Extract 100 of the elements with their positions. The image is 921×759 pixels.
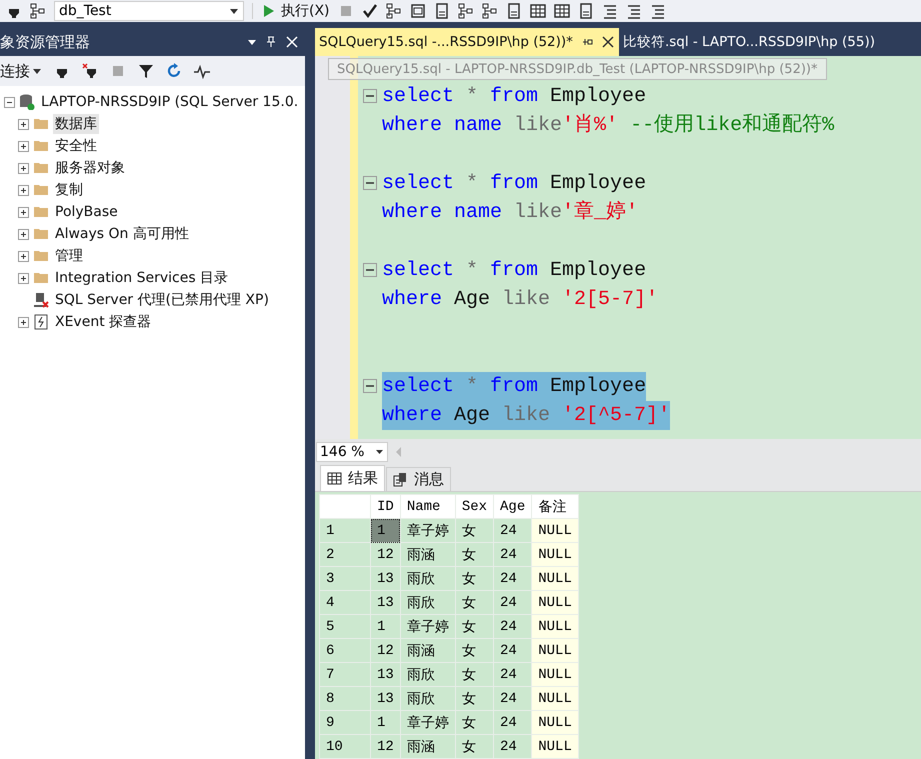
document-icon[interactable] (506, 3, 522, 19)
fold-icon[interactable] (363, 89, 377, 104)
table-cell: 女 (455, 566, 494, 591)
fold-icon[interactable] (363, 379, 377, 394)
expand-icon[interactable] (18, 118, 29, 130)
expand-icon[interactable] (18, 206, 29, 218)
pin-icon[interactable] (580, 36, 593, 47)
checkmark-icon[interactable] (362, 3, 378, 19)
table-cell: 13 (370, 662, 400, 687)
indent-icon[interactable] (650, 3, 666, 19)
caret-icon (229, 7, 239, 15)
dropdown-icon[interactable] (247, 37, 257, 47)
folder-icon (33, 270, 49, 286)
table-cell: 12 (370, 638, 400, 663)
tree-item[interactable]: XEvent 探查器 (53, 312, 154, 332)
table-cell: 24 (494, 710, 532, 735)
grid-icon[interactable] (554, 3, 570, 19)
tree-item[interactable]: Integration Services 目录 (53, 268, 230, 288)
column-header[interactable]: 备注 (532, 494, 578, 519)
table-cell: 24 (494, 734, 532, 759)
tree-item[interactable]: LAPTOP-NRSSD9IP (SQL Server 15.0. (39, 93, 300, 111)
hierarchy-icon[interactable] (458, 3, 474, 19)
tree-item[interactable]: SQL Server 代理(已禁用代理 XP) (53, 290, 271, 310)
code-line: where name like'章_婷' (382, 199, 638, 226)
document-icon[interactable] (434, 3, 450, 19)
database-dropdown[interactable]: db_Test (54, 1, 244, 21)
table-cell: 章子婷 (400, 518, 456, 543)
window-icon[interactable] (410, 3, 426, 19)
hierarchy-icon[interactable] (386, 3, 402, 19)
indent-icon[interactable] (602, 3, 618, 19)
table-cell: 女 (455, 710, 494, 735)
folder-icon (33, 204, 49, 220)
tree-item[interactable]: 管理 (53, 246, 85, 266)
close-icon[interactable] (600, 34, 615, 49)
expand-icon[interactable] (18, 140, 29, 152)
results-tab[interactable]: 消息 (386, 467, 451, 492)
folder-icon (33, 182, 49, 198)
expand-icon[interactable] (18, 316, 29, 328)
column-header[interactable]: ID (370, 494, 400, 519)
table-cell: 雨涵 (400, 734, 456, 759)
filter-icon[interactable] (138, 63, 154, 79)
table-cell: 章子婷 (400, 710, 456, 735)
table-cell: 13 (370, 686, 400, 711)
hierarchy-icon[interactable] (30, 3, 46, 19)
expand-icon[interactable] (18, 184, 29, 196)
grid-icon[interactable] (530, 3, 546, 19)
indent-icon[interactable] (626, 3, 642, 19)
tree-item[interactable]: 服务器对象 (53, 158, 127, 178)
table-cell: 24 (494, 518, 532, 543)
tree-item[interactable]: 复制 (53, 180, 85, 200)
column-header[interactable]: Age (494, 494, 532, 519)
database-server-icon (19, 94, 35, 110)
table-cell: 女 (455, 686, 494, 711)
execute-button[interactable]: 执行(X) (261, 1, 330, 21)
tree-item[interactable]: PolyBase (53, 203, 120, 221)
column-header[interactable]: Name (400, 494, 456, 519)
tree-item[interactable]: 安全性 (53, 136, 99, 156)
table-cell: NULL (532, 734, 578, 759)
table-cell: 24 (494, 662, 532, 687)
row-number: 5 (320, 614, 370, 639)
expand-icon[interactable] (18, 272, 29, 284)
refresh-icon[interactable] (166, 63, 182, 79)
table-cell: 雨涵 (400, 638, 456, 663)
expand-icon[interactable] (18, 228, 29, 240)
document-tab[interactable]: 比较符.sql - LAPTO...RSSD9IP\hp (55)) (618, 28, 880, 56)
table-cell: NULL (532, 662, 578, 687)
folder-icon (33, 226, 49, 242)
table-cell: 女 (455, 614, 494, 639)
disconnect-icon[interactable] (82, 63, 98, 79)
caret-icon (32, 67, 42, 75)
row-number: 10 (320, 734, 370, 759)
code-line: select * from Employee (382, 258, 646, 284)
tooltip: SQLQuery15.sql - LAPTOP-NRSSD9IP.db_Test (LAPTOP-NRSSD9IP\hp (52))* (328, 58, 826, 80)
fold-icon[interactable] (363, 176, 377, 190)
document-tab[interactable]: SQLQuery15.sql -...RSSD9IP\hp (52))* (315, 28, 619, 56)
table-cell: NULL (532, 518, 578, 543)
xevent-icon (33, 314, 49, 330)
table-cell: 章子婷 (400, 614, 456, 639)
table-cell: NULL (532, 542, 578, 567)
table-cell: NULL (532, 590, 578, 615)
row-number: 7 (320, 662, 370, 687)
expand-icon[interactable] (18, 162, 29, 174)
table-cell: 雨欣 (400, 590, 456, 615)
code-line: select * from Employee (382, 84, 646, 110)
hierarchy-icon[interactable] (482, 3, 498, 19)
tree-item[interactable]: 数据库 (53, 114, 99, 134)
collapse-icon[interactable] (4, 96, 15, 108)
zoom-dropdown[interactable]: 146 % (316, 442, 388, 462)
document-icon[interactable] (578, 3, 594, 19)
connect-button[interactable]: 连接 (0, 62, 42, 80)
tree-item[interactable]: Always On 高可用性 (53, 224, 191, 244)
table-cell: 雨涵 (400, 542, 456, 567)
panel-title: 象资源管理器 (0, 32, 90, 52)
column-header[interactable]: Sex (455, 494, 494, 519)
code-line: where Age like '2[5-7]' (382, 286, 658, 313)
results-tab[interactable]: 结果 (320, 465, 385, 492)
expand-icon[interactable] (18, 250, 29, 262)
activity-icon[interactable] (194, 63, 210, 79)
table-cell: NULL (532, 710, 578, 735)
fold-icon[interactable] (363, 263, 377, 278)
